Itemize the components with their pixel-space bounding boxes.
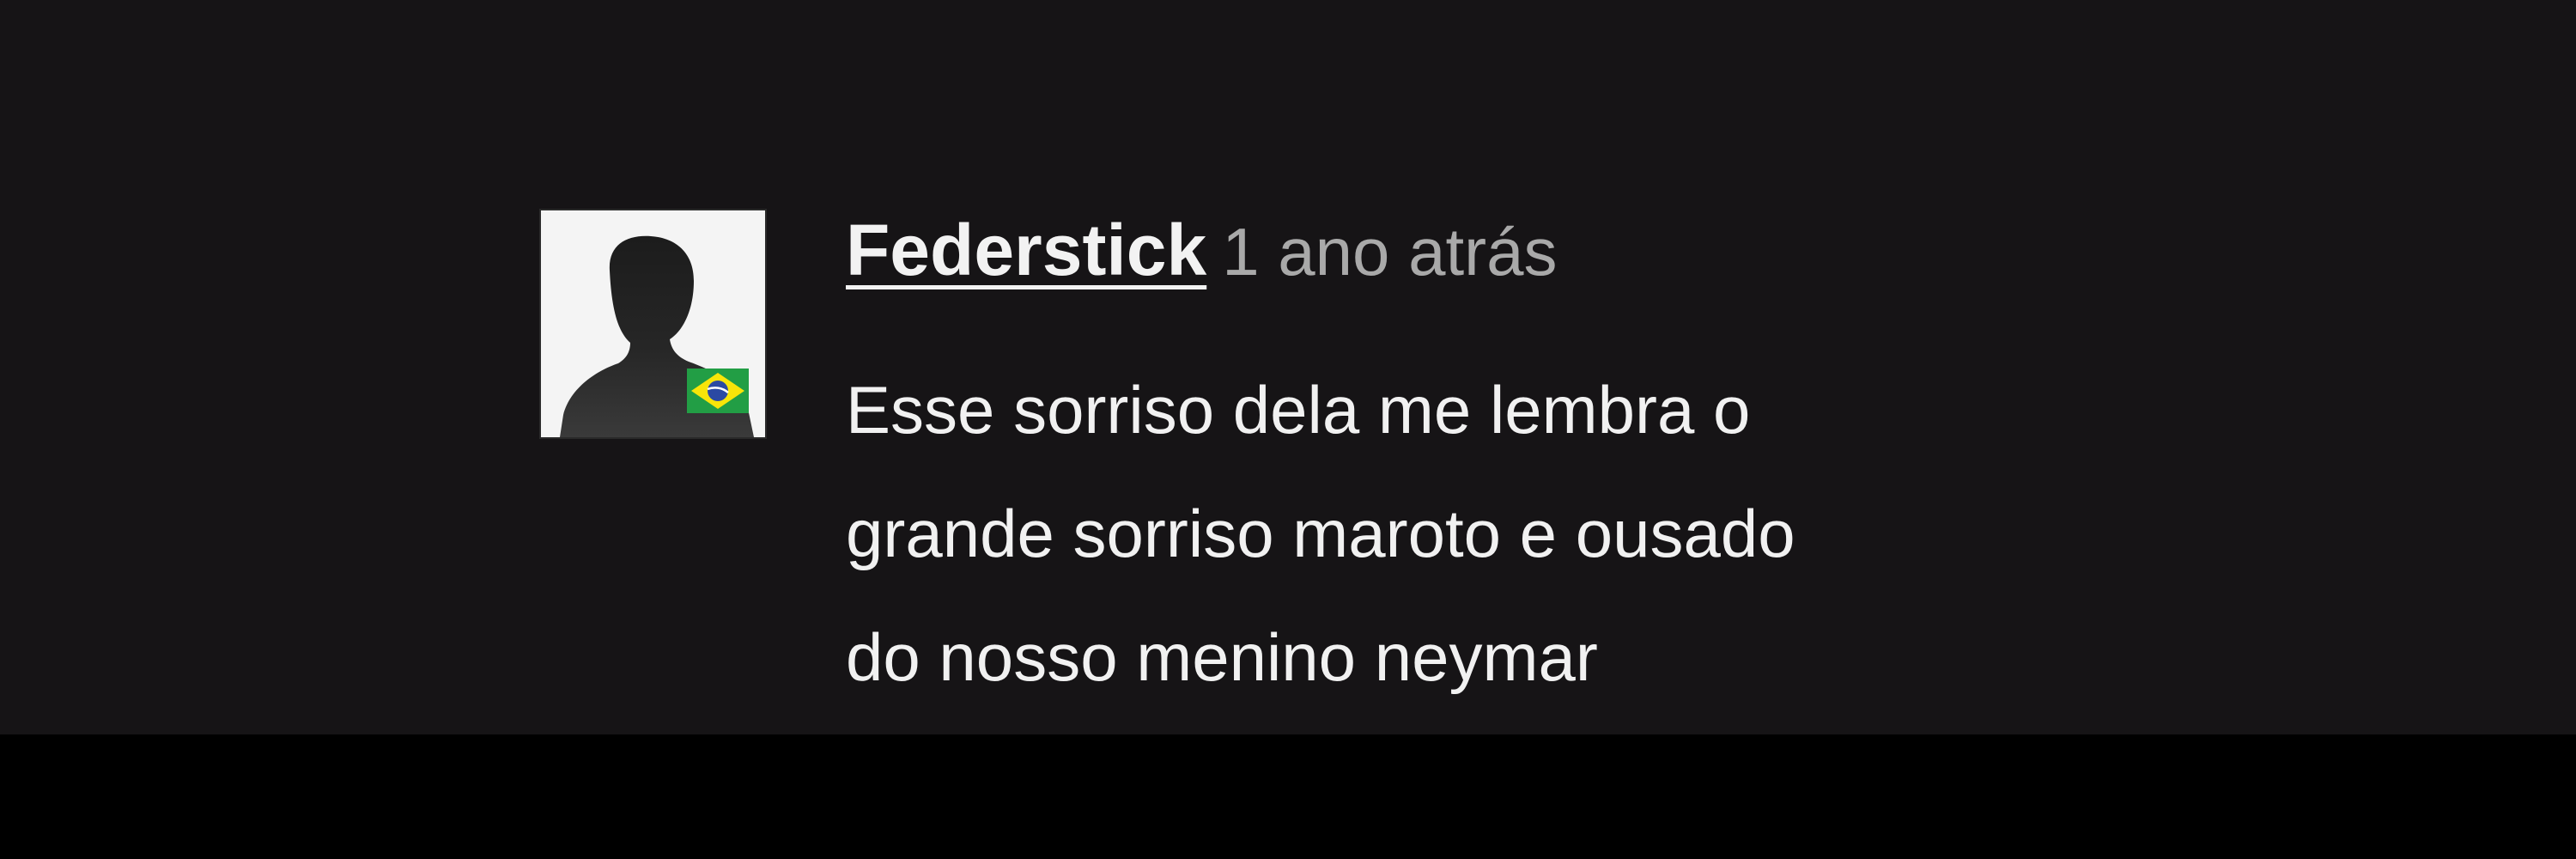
brazil-flag-icon (687, 369, 749, 413)
avatar[interactable] (541, 210, 765, 437)
comment-header: Federstick 1 ano atrás (846, 203, 1558, 297)
comment-timestamp: 1 ano atrás (1222, 214, 1558, 289)
comment-text: Esse sorriso dela me lembra o grande sor… (846, 348, 2134, 719)
username-link[interactable]: Federstick (846, 210, 1206, 290)
comment-card: Federstick 1 ano atrás Esse sorriso dela … (0, 0, 2576, 734)
comment-text-line: grande sorriso maroto e ousado (846, 496, 1795, 571)
page: Federstick 1 ano atrás Esse sorriso dela … (0, 0, 2576, 859)
comment-text-line: do nosso menino neymar (846, 619, 1598, 695)
comment-text-line: Esse sorriso dela me lembra o (846, 372, 1751, 448)
